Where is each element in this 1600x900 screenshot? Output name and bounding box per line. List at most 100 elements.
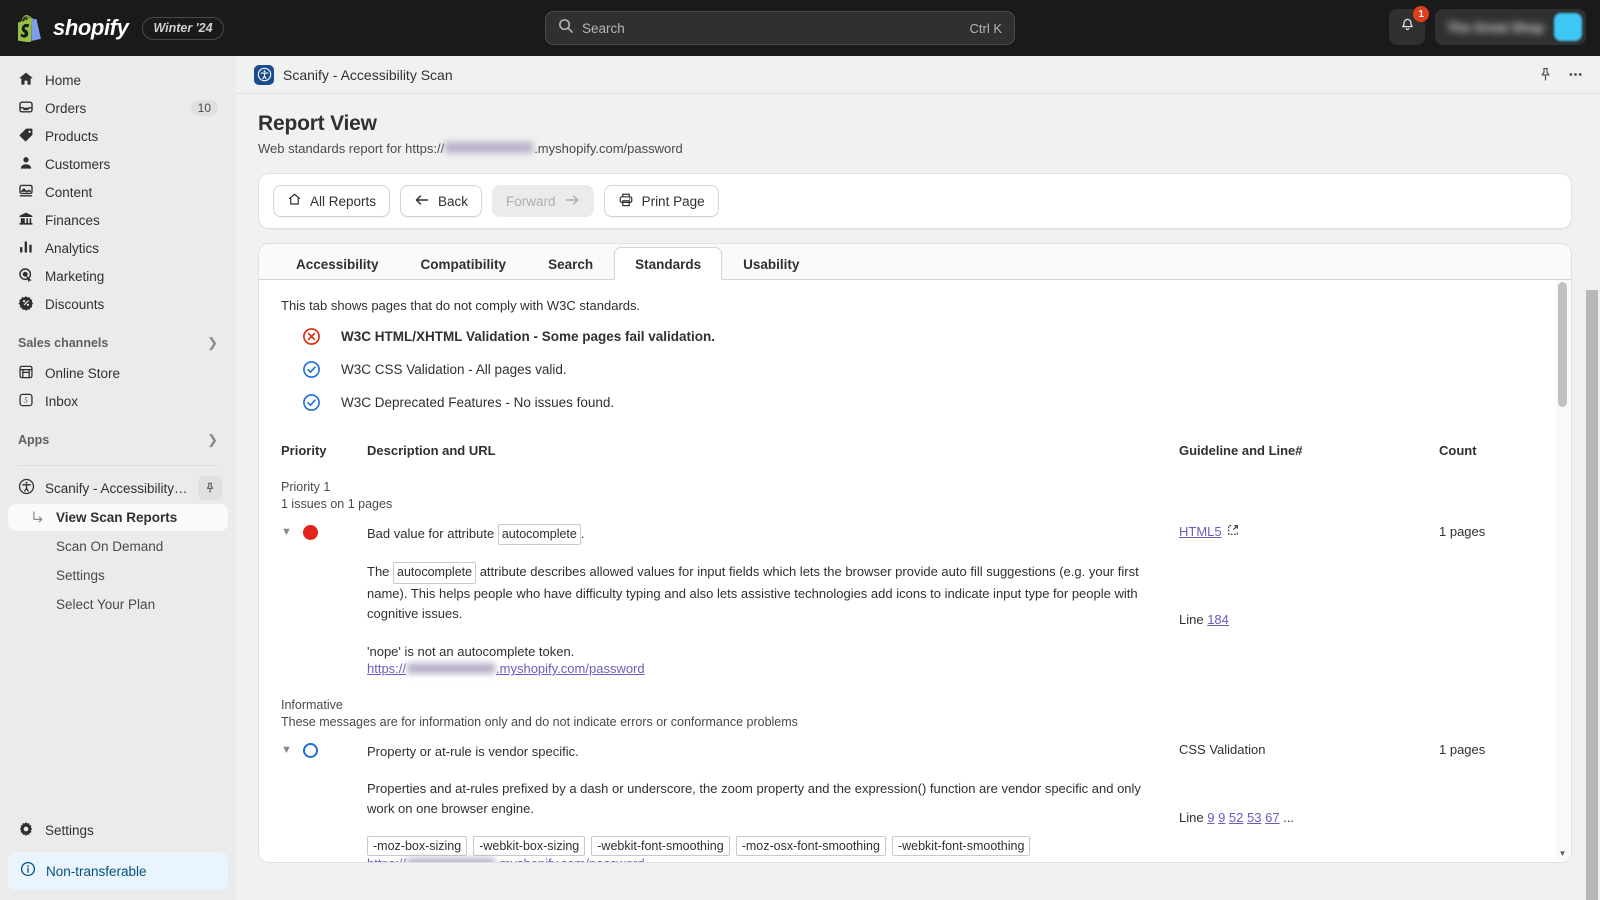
app-header-actions <box>1538 66 1584 83</box>
notification-count-badge: 1 <box>1413 6 1430 22</box>
check-circle-icon <box>281 393 341 412</box>
line-label: Line <box>1179 810 1204 826</box>
line-number-link[interactable]: 184 <box>1207 612 1229 627</box>
report-scrollbar-thumb[interactable] <box>1558 282 1567 407</box>
sidebar-item-app-settings[interactable]: Settings <box>8 562 228 589</box>
apps-section[interactable]: Apps ❯ <box>8 427 228 453</box>
print-page-button[interactable]: Print Page <box>603 185 719 217</box>
code-chip: autocomplete <box>393 562 477 584</box>
sidebar-item-inbox[interactable]: 5 Inbox <box>8 387 228 415</box>
issue-url-link[interactable]: https:// .myshopify.com/password <box>367 661 645 676</box>
sidebar-item-label: Content <box>45 184 93 200</box>
sidebar-item-label: Settings <box>45 822 94 838</box>
sidebar-item-scanify-app[interactable]: Scanify - Accessibility ... <box>8 473 228 503</box>
collapse-toggle-icon[interactable]: ▼ <box>281 743 292 757</box>
global-search[interactable]: Search Ctrl K <box>545 11 1015 45</box>
content-image-icon <box>18 183 34 202</box>
pin-icon[interactable] <box>1538 67 1553 82</box>
sidebar-item-finances[interactable]: Finances <box>8 206 228 234</box>
sidebar-item-scan-on-demand[interactable]: Scan On Demand <box>8 533 228 560</box>
more-horizontal-icon[interactable] <box>1567 66 1584 83</box>
season-badge: Winter '24 <box>142 16 224 40</box>
accessibility-icon <box>18 478 35 498</box>
scroll-down-arrow-icon[interactable]: ▼ <box>1556 847 1569 860</box>
chevron-right-icon: ❯ <box>207 335 218 350</box>
line-number-link[interactable]: 52 <box>1229 810 1243 825</box>
notifications-button[interactable]: 1 <box>1389 6 1430 45</box>
sidebar-item-discounts[interactable]: Discounts <box>8 290 228 318</box>
customers-person-icon <box>18 155 34 174</box>
tab-compatibility[interactable]: Compatibility <box>400 249 528 279</box>
line-number-link[interactable]: 67 <box>1265 810 1279 825</box>
line-number-link[interactable]: 9 <box>1207 810 1214 825</box>
printer-icon <box>618 192 634 211</box>
all-reports-button[interactable]: All Reports <box>273 185 391 217</box>
sidebar-item-label: Home <box>45 72 82 88</box>
sidebar-item-settings[interactable]: Settings <box>8 816 228 844</box>
report-scrollbar[interactable]: ▲ ▼ <box>1556 280 1569 860</box>
issue-paragraph: The autocomplete attribute describes all… <box>367 562 1159 624</box>
guideline-link-row[interactable]: HTML5 <box>1179 524 1439 539</box>
page-scrollbar-thumb[interactable] <box>1586 290 1598 900</box>
tab-accessibility[interactable]: Accessibility <box>275 249 400 279</box>
issue-url[interactable]: https:// .myshopify.com/password <box>367 661 1159 676</box>
page-title: Report View <box>258 112 377 135</box>
code-chip: -webkit-font-smoothing <box>891 836 1031 857</box>
sidebar-item-content[interactable]: Content <box>8 178 228 206</box>
sales-channels-section[interactable]: Sales channels ❯ <box>8 330 228 356</box>
issue-url[interactable]: https:// .myshopify.com/password <box>367 856 1159 862</box>
tab-usability[interactable]: Usability <box>722 249 820 279</box>
submenu-arrow-icon <box>32 504 45 531</box>
issue-title-after: . <box>580 525 585 541</box>
sidebar-item-orders[interactable]: Orders 10 <box>8 94 228 122</box>
sidebar-item-marketing[interactable]: Marketing <box>8 262 228 290</box>
line-number-link[interactable]: 53 <box>1247 810 1261 825</box>
guideline-name: CSS Validation <box>1179 742 1266 758</box>
external-link-icon[interactable] <box>1227 524 1239 539</box>
tab-label: Accessibility <box>296 257 379 272</box>
report-intro: This tab shows pages that do not comply … <box>281 298 641 313</box>
pin-app-button[interactable] <box>198 476 222 500</box>
discounts-badge-icon <box>18 295 34 314</box>
status-text: W3C HTML/XHTML Validation - Some pages f… <box>341 329 716 344</box>
sidebar-item-products[interactable]: Products <box>8 122 228 150</box>
guideline-link[interactable]: HTML5 <box>1179 524 1222 539</box>
group-title: Informative <box>281 698 343 713</box>
issue-url-link[interactable]: https:// .myshopify.com/password <box>367 856 645 862</box>
sidebar-item-home[interactable]: Home <box>8 66 228 94</box>
orders-count-badge: 10 <box>190 100 218 116</box>
collapse-toggle-icon[interactable]: ▼ <box>281 525 292 539</box>
issue-row-autocomplete: ▼ Bad value for attribute autocomplete. … <box>281 523 1549 676</box>
store-menu-button[interactable]: The Great Shop <box>1435 9 1586 45</box>
storefront-icon <box>18 364 34 383</box>
app-header-title: Scanify - Accessibility Scan <box>283 66 453 83</box>
page-subtitle: Web standards report for https:// .mysho… <box>258 141 1572 156</box>
issue-row-vendor-prefix: ▼ Property or at-rule is vendor specific… <box>281 742 1549 862</box>
home-icon <box>287 192 302 210</box>
sidebar-item-customers[interactable]: Customers <box>8 150 228 178</box>
vendor-prefix-chips: -moz-box-sizing -webkit-box-sizing -webk… <box>367 836 1159 857</box>
sidebar-item-select-your-plan[interactable]: Select Your Plan <box>8 591 228 618</box>
tab-search[interactable]: Search <box>527 249 614 279</box>
group-meta: These messages are for information only … <box>281 715 798 730</box>
avatar <box>1554 13 1582 41</box>
products-tag-icon <box>18 127 34 146</box>
report-body: This tab shows pages that do not comply … <box>259 280 1571 862</box>
chevron-right-icon: ❯ <box>207 432 218 447</box>
issue-paragraph: Properties and at-rules prefixed by a da… <box>367 781 1141 817</box>
group-priority-1: Priority 1 1 issues on 1 pages <box>281 479 1549 513</box>
sidebar-item-online-store[interactable]: Online Store <box>8 359 228 387</box>
search-icon <box>558 18 573 38</box>
non-transferable-banner[interactable]: Non-transferable <box>8 852 228 890</box>
back-button[interactable]: Back <box>400 185 483 217</box>
sidebar-item-view-scan-reports[interactable]: View Scan Reports <box>8 504 228 531</box>
tab-standards[interactable]: Standards <box>614 247 723 280</box>
sidebar-item-analytics[interactable]: Analytics <box>8 234 228 262</box>
analytics-bars-icon <box>18 239 34 258</box>
issues-table-header: Priority Description and URL Guideline a… <box>281 443 1549 458</box>
search-input[interactable]: Search Ctrl K <box>545 11 1015 45</box>
page-scrollbar[interactable] <box>1585 94 1600 900</box>
line-number-link[interactable]: 9 <box>1218 810 1225 825</box>
shopify-brand[interactable]: shopify Winter '24 <box>0 14 224 43</box>
line-ellipsis: ... <box>1283 810 1295 826</box>
